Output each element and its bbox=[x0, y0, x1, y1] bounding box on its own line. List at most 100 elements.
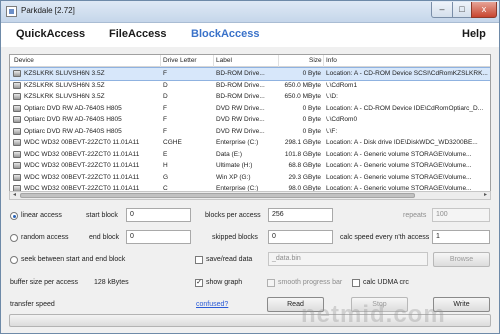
cell-drive-letter: H bbox=[163, 162, 168, 169]
drive-icon bbox=[13, 173, 21, 181]
cell-device: KZSLKRK SLUVSH6N 3.5Z bbox=[24, 93, 105, 100]
cell-label: BD-ROM Drive... bbox=[216, 81, 265, 89]
show-graph-label: show graph bbox=[206, 279, 243, 286]
linear-access-radio[interactable] bbox=[10, 212, 18, 220]
column-header-info[interactable]: Info bbox=[326, 57, 337, 64]
cell-info: \.\CdRom0 bbox=[326, 116, 358, 123]
save-read-checkbox[interactable] bbox=[195, 256, 203, 264]
scroll-right-icon[interactable]: ▸ bbox=[481, 192, 490, 199]
main-menu: QuickAccess FileAccess BlockAccess Help bbox=[1, 23, 499, 47]
browse-button[interactable]: Browse bbox=[433, 252, 490, 267]
end-block-input[interactable]: 0 bbox=[126, 230, 191, 244]
drive-icon bbox=[13, 139, 21, 146]
cell-device: Optiarc DVD RW AD-7640S H805 bbox=[24, 116, 122, 123]
column-header-device[interactable]: Device bbox=[14, 57, 34, 64]
maximize-button[interactable]: □ bbox=[452, 2, 472, 18]
smooth-progress-checkbox[interactable] bbox=[267, 279, 275, 287]
table-header: Device Drive Letter Label Size Info bbox=[10, 55, 490, 67]
cell-device: WDC WD32 00BEVT-22ZCT0 11.01A11 bbox=[24, 150, 140, 158]
horizontal-scrollbar[interactable]: ◂ ▸ bbox=[9, 191, 491, 200]
menu-fileaccess[interactable]: FileAccess bbox=[109, 28, 166, 40]
random-access-label: random access bbox=[21, 234, 69, 241]
show-graph-checkbox[interactable]: ✓ bbox=[195, 279, 203, 287]
start-block-input[interactable]: 0 bbox=[126, 208, 191, 222]
cell-info: Location: A - Disk drive IDE\DiskWDC_WD3… bbox=[326, 139, 478, 146]
column-header-size[interactable]: Size bbox=[309, 57, 322, 64]
calc-udma-label: calc UDMA crc bbox=[363, 279, 409, 286]
cell-drive-letter: F bbox=[163, 104, 167, 112]
menu-blockaccess[interactable]: BlockAccess bbox=[191, 28, 260, 40]
end-block-label: end block bbox=[89, 234, 119, 241]
cell-drive-letter: E bbox=[163, 150, 168, 158]
cell-device: WDC WD32 00BEVT-22ZCT0 11.01A11 bbox=[24, 139, 140, 146]
cell-size: 29.3 GByte bbox=[288, 173, 321, 181]
skipped-blocks-input[interactable]: 0 bbox=[268, 230, 333, 244]
cell-device: WDC WD32 00BEVT-22ZCT0 11.01A11 bbox=[24, 162, 140, 169]
column-header-drive-letter[interactable]: Drive Letter bbox=[163, 57, 197, 64]
cell-label: DVD RW Drive... bbox=[216, 116, 265, 123]
seek-between-radio[interactable] bbox=[10, 256, 18, 264]
table-row[interactable]: Optiarc DVD RW AD-7640S H805 F DVD RW Driv… bbox=[10, 103, 490, 115]
cell-info: \.\CdRom1 bbox=[326, 81, 358, 89]
table-row[interactable]: WDC WD32 00BEVT-22ZCT0 11.01A11 E Data (E:… bbox=[10, 149, 490, 161]
menu-quickaccess[interactable]: QuickAccess bbox=[16, 28, 85, 40]
cell-info: Location: A - Generic volume STORAGE\Vol… bbox=[326, 173, 472, 181]
calc-speed-label: calc speed every n'th access bbox=[340, 234, 430, 241]
table-row[interactable]: WDC WD32 00BEVT-22ZCT0 11.01A11 H Ultimate… bbox=[10, 160, 490, 172]
cell-label: Win XP (G:) bbox=[216, 173, 251, 181]
app-window: Parkdale [2.72] – □ x QuickAccess FileAc… bbox=[0, 0, 500, 334]
transfer-speed-label: transfer speed bbox=[10, 301, 55, 308]
table-row[interactable]: KZSLKRK SLUVSH6N 3.5Z F BD-ROM Drive... 0 B… bbox=[10, 67, 490, 81]
cell-device: KZSLKRK SLUVSH6N 3.5Z bbox=[24, 70, 105, 77]
cell-device: WDC WD32 00BEVT-22ZCT0 11.01A11 bbox=[24, 173, 140, 181]
calc-udma-checkbox[interactable] bbox=[352, 279, 360, 287]
cell-drive-letter: G bbox=[163, 173, 169, 181]
cell-label: BD-ROM Drive... bbox=[216, 70, 265, 77]
cell-label: DVD RW Drive... bbox=[216, 127, 265, 135]
table-row[interactable]: KZSLKRK SLUVSH6N 3.5Z D BD-ROM Drive... 650… bbox=[10, 91, 490, 103]
cell-info: Location: A - CD-ROM Device SCSI\CdRomKZ… bbox=[326, 70, 488, 77]
cell-info: Location: A - CD-ROM Device IDE\CdRomOpt… bbox=[326, 104, 484, 112]
repeats-input[interactable]: 100 bbox=[432, 208, 490, 222]
cell-size: 68.8 GByte bbox=[288, 162, 321, 169]
seek-between-label: seek between start and end block bbox=[21, 256, 126, 263]
confused-link[interactable]: confused? bbox=[196, 301, 228, 308]
cell-info: \.\D: bbox=[326, 93, 338, 100]
cell-drive-letter: F bbox=[163, 127, 167, 135]
cell-size: 0 Byte bbox=[302, 70, 321, 77]
smooth-progress-label: smooth progress bar bbox=[278, 279, 343, 286]
table-row[interactable]: KZSLKRK SLUVSH6N 3.5Z D BD-ROM Drive... 650… bbox=[10, 80, 490, 92]
drive-icon bbox=[13, 70, 21, 77]
repeats-label: repeats bbox=[403, 212, 427, 219]
table-row[interactable]: WDC WD32 00BEVT-22ZCT0 11.01A11 G Win XP (… bbox=[10, 172, 490, 184]
cell-label: DVD RW Drive... bbox=[216, 104, 265, 112]
title-bar[interactable]: Parkdale [2.72] – □ x bbox=[1, 1, 499, 23]
blocks-per-access-input[interactable]: 256 bbox=[268, 208, 333, 222]
table-row[interactable]: Optiarc DVD RW AD-7640S H805 F DVD RW Driv… bbox=[10, 126, 490, 138]
column-header-label[interactable]: Label bbox=[216, 57, 232, 64]
table-row[interactable]: WDC WD32 00BEVT-22ZCT0 11.01A11 CGHE Enter… bbox=[10, 137, 490, 149]
cell-size: 650.0 MByte bbox=[284, 81, 322, 89]
drive-icon bbox=[13, 81, 21, 89]
cell-size: 101.8 GByte bbox=[284, 150, 321, 158]
close-button[interactable]: x bbox=[471, 2, 497, 18]
app-icon bbox=[6, 6, 17, 17]
calc-speed-input[interactable]: 1 bbox=[432, 230, 490, 244]
cell-device: KZSLKRK SLUVSH6N 3.5Z bbox=[24, 81, 105, 89]
device-table[interactable]: Device Drive Letter Label Size Info KZSL… bbox=[9, 54, 491, 199]
cell-drive-letter: D bbox=[163, 81, 168, 89]
cell-label: Data (E:) bbox=[216, 150, 243, 158]
data-file-input[interactable]: _data.bin bbox=[268, 252, 428, 266]
table-row[interactable]: Optiarc DVD RW AD-7640S H805 F DVD RW Driv… bbox=[10, 114, 490, 126]
cell-device: Optiarc DVD RW AD-7640S H805 bbox=[24, 104, 122, 112]
menu-help[interactable]: Help bbox=[462, 28, 486, 40]
cell-size: 650.0 MByte bbox=[284, 93, 322, 100]
drive-icon bbox=[13, 127, 21, 135]
random-access-radio[interactable] bbox=[10, 234, 18, 242]
cell-size: 0 Byte bbox=[302, 116, 321, 123]
scroll-left-icon[interactable]: ◂ bbox=[10, 192, 19, 199]
linear-access-label: linear access bbox=[21, 212, 62, 219]
scroll-thumb[interactable] bbox=[20, 193, 415, 198]
blocks-per-access-label: blocks per access bbox=[205, 212, 261, 219]
minimize-button[interactable]: – bbox=[431, 2, 453, 18]
